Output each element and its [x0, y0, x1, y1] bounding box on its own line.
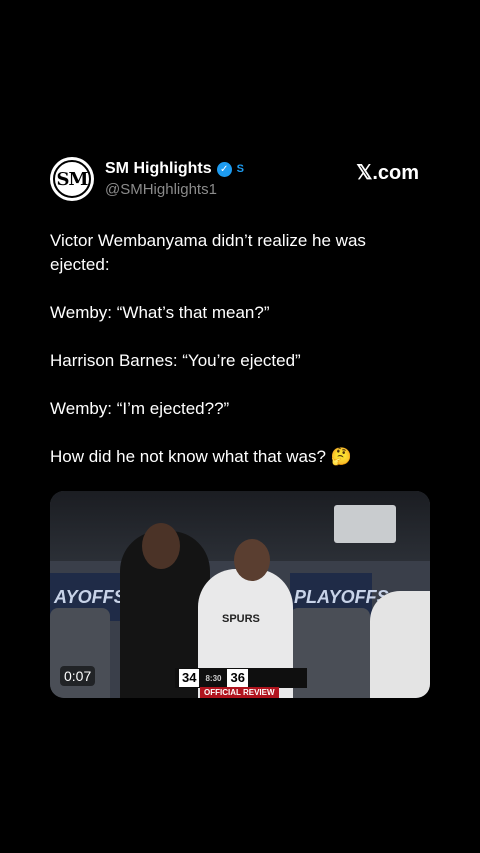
official-review-banner: OFFICIAL REVIEW	[200, 687, 279, 698]
tweet-text: Victor Wembanyama didn’t realize he was …	[50, 231, 366, 466]
video-player[interactable]: AYOFFS PLAYOFFS SPURS 34 8:30 36 OFFICIA…	[50, 491, 430, 698]
home-score: 36	[227, 669, 248, 687]
away-score: 34	[179, 669, 200, 687]
verified-check-icon: ✓	[216, 161, 232, 177]
video-duration: 0:07	[60, 666, 96, 686]
jersey-label: SPURS	[222, 613, 260, 625]
player-head	[142, 523, 180, 569]
avatar[interactable]: SM	[50, 157, 94, 201]
game-clock: 8:30	[205, 673, 222, 683]
author-name-row: SM Highlights ✓ S	[105, 160, 244, 178]
tweet-header: SM SM Highlights ✓ S @SMHighlights1 𝕏.co…	[50, 157, 422, 205]
author-display-name[interactable]: SM Highlights	[105, 160, 212, 178]
affiliate-badge-icon: S	[236, 163, 244, 175]
laptop-graphic	[334, 505, 396, 543]
author-handle[interactable]: @SMHighlights1	[105, 181, 217, 198]
site-label: 𝕏.com	[356, 162, 419, 184]
player-right	[370, 591, 430, 698]
scoreboard: 34 8:30 36	[175, 668, 307, 688]
avatar-initials: SM	[56, 168, 89, 190]
player-head	[234, 539, 270, 581]
